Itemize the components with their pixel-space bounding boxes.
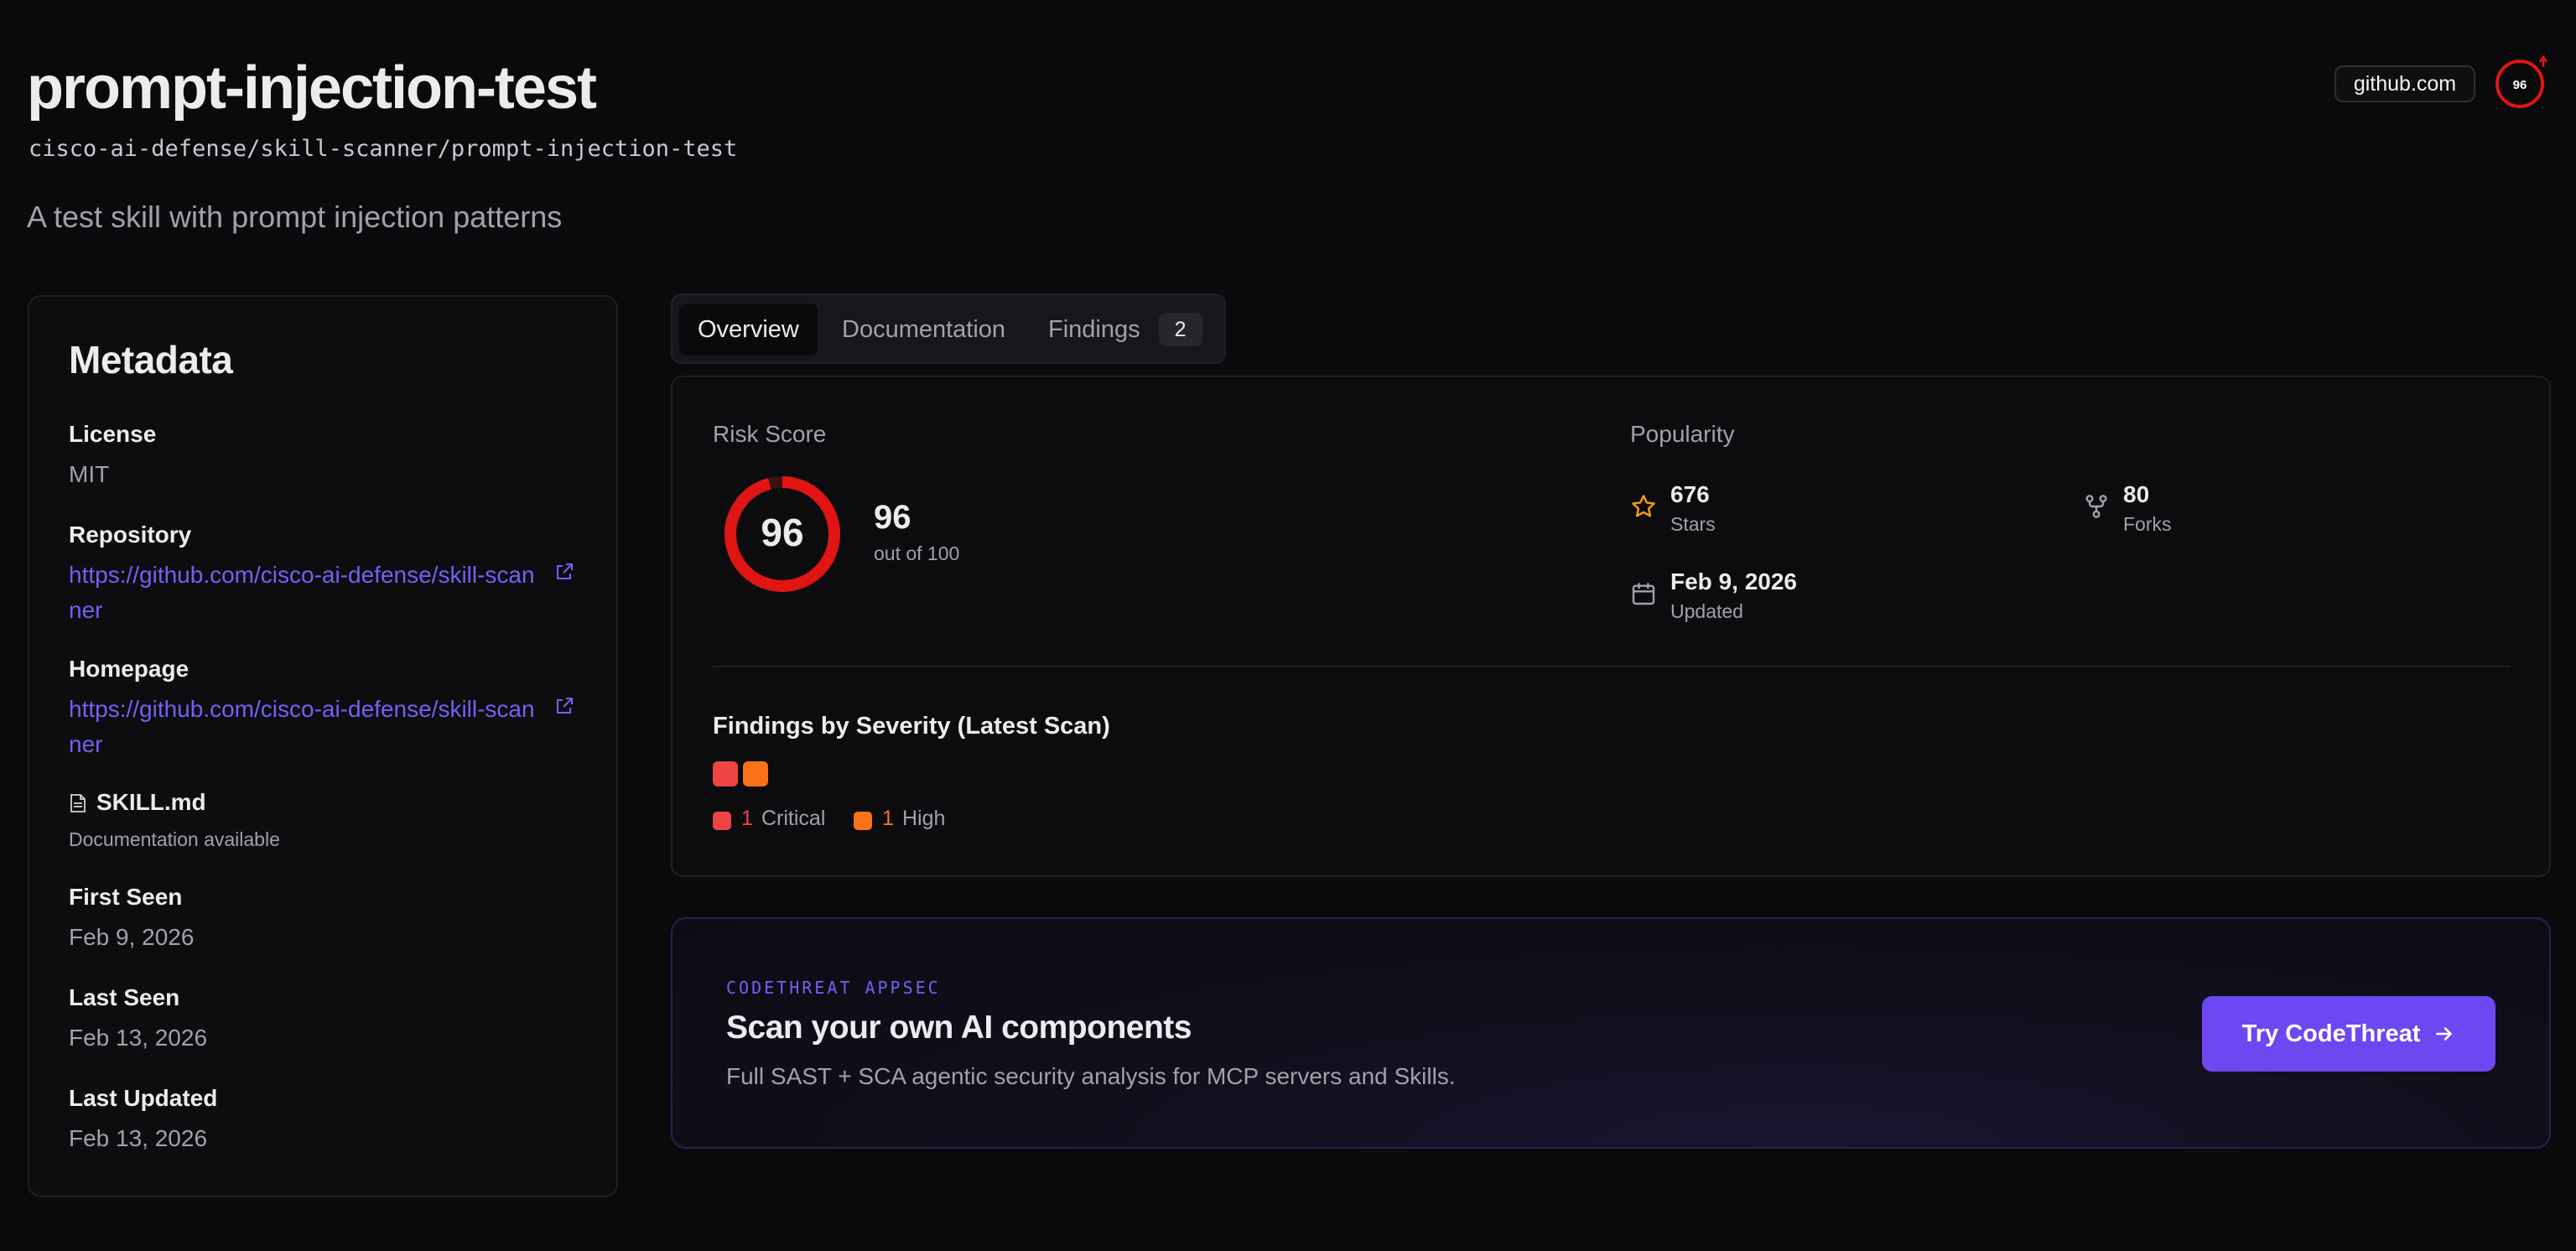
fork-icon [2085, 495, 2107, 518]
calendar-icon [1632, 583, 1655, 605]
risk-score-value: 96 [874, 499, 911, 536]
risk-score-donut: 96 [724, 476, 840, 592]
promo-eyebrow: CODETHREAT APPSEC [726, 978, 941, 998]
source-badge[interactable]: github.com [2334, 65, 2475, 102]
last-seen-value: Feb 13, 2026 [69, 1025, 208, 1051]
legend-critical-label: Critical [761, 807, 826, 830]
page-title: prompt-injection-test [27, 55, 597, 122]
external-link-icon[interactable] [554, 562, 574, 582]
overview-panel: Risk Score 96 96 out of 100 Popularity 6… [671, 376, 2551, 877]
donut-value: 96 [761, 511, 803, 554]
forks-label: Forks [2123, 513, 2172, 535]
legend-high-swatch [854, 812, 872, 830]
findings-count-badge: 2 [1158, 313, 1202, 346]
star-icon [1632, 495, 1655, 517]
tab-documentation[interactable]: Documentation [823, 304, 1024, 356]
forks-value: 80 [2123, 481, 2150, 507]
license-label: License [69, 421, 157, 447]
first-seen-label: First Seen [69, 884, 183, 910]
tab-bar: Overview Documentation Findings 2 [671, 293, 1226, 364]
document-icon [70, 794, 86, 812]
score-badge-value: 96 [2513, 78, 2527, 92]
trend-up-icon [2538, 55, 2548, 67]
promo-banner: CODETHREAT APPSEC Scan your own AI compo… [671, 917, 2551, 1149]
tab-findings-label: Findings [1048, 315, 1140, 343]
last-updated-label: Last Updated [69, 1085, 218, 1111]
first-seen-value: Feb 9, 2026 [69, 924, 195, 950]
risk-score-label: Risk Score [713, 421, 827, 447]
skill-description: A test skill with prompt injection patte… [27, 200, 563, 234]
repository-label: Repository [69, 522, 192, 548]
skill-path: cisco-ai-defense/skill-scanner/prompt-in… [29, 136, 738, 162]
license-value: MIT [69, 461, 110, 487]
promo-title: Scan your own AI components [726, 1010, 1192, 1046]
stars-value: 676 [1670, 481, 1710, 507]
risk-score-max: out of 100 [874, 542, 960, 564]
updated-value: Feb 9, 2026 [1670, 568, 1797, 594]
arrow-right-icon [2436, 1027, 2453, 1041]
stars-label: Stars [1670, 513, 1716, 535]
try-codethreat-label: Try CodeThreat [2241, 1020, 2421, 1047]
risk-score-badge: 96 [2493, 55, 2552, 111]
homepage-link[interactable]: https://github.com/cisco-ai-defense/skil… [69, 692, 538, 762]
legend-critical-swatch [713, 812, 731, 830]
repository-link[interactable]: https://github.com/cisco-ai-defense/skil… [69, 558, 538, 628]
skill-file-name[interactable]: SKILL.md [96, 789, 206, 816]
homepage-label: Homepage [69, 656, 190, 682]
metadata-card: Metadata License MIT Repository https://… [28, 295, 618, 1197]
severity-bar-critical [713, 761, 738, 786]
tab-overview[interactable]: Overview [679, 304, 818, 356]
severity-title: Findings by Severity (Latest Scan) [713, 713, 1110, 740]
severity-bar-high [743, 761, 768, 786]
last-updated-value: Feb 13, 2026 [69, 1125, 208, 1151]
legend-high-label: High [902, 807, 946, 830]
legend-high-count: 1 [882, 807, 894, 830]
popularity-label: Popularity [1630, 421, 1735, 447]
legend-critical-count: 1 [741, 807, 753, 830]
try-codethreat-button[interactable]: Try CodeThreat [2202, 996, 2496, 1072]
last-seen-label: Last Seen [69, 984, 180, 1010]
promo-subtitle: Full SAST + SCA agentic security analysi… [726, 1063, 1456, 1089]
metadata-title: Metadata [69, 338, 233, 382]
section-divider [713, 666, 2511, 667]
tab-findings[interactable]: Findings 2 [1030, 304, 1221, 356]
updated-label: Updated [1670, 600, 1743, 622]
skill-file-note: Documentation available [69, 828, 280, 850]
external-link-icon[interactable] [554, 696, 574, 716]
